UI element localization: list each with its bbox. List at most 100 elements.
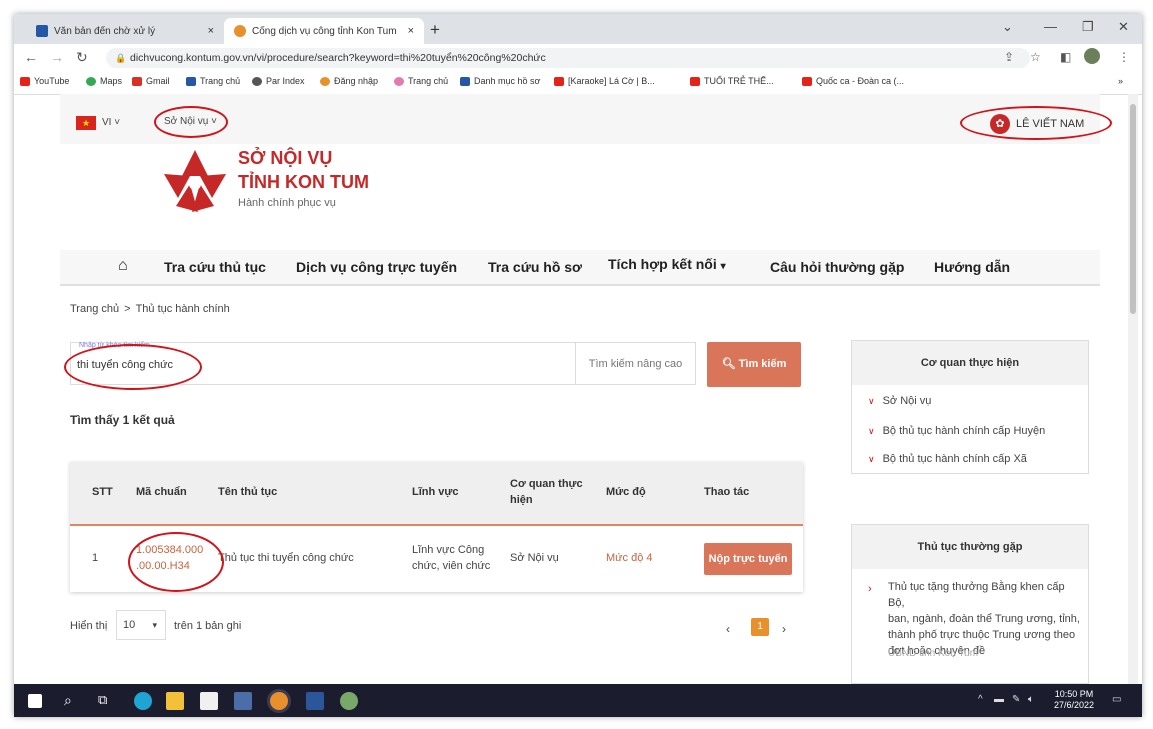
site-brand-line-2: TỈNH KON TUM (238, 172, 369, 192)
bookmark-karaoke[interactable]: [Karaoke] Lá Cờ | B... (554, 76, 655, 86)
search-icon[interactable]: ⌕ (64, 692, 82, 710)
chevron-right-icon: › (868, 583, 872, 595)
back-icon[interactable]: ← (24, 49, 38, 65)
store-icon[interactable] (200, 692, 218, 710)
page-1-button[interactable]: 1 (751, 618, 769, 636)
home-icon[interactable]: ⌂ (118, 257, 128, 275)
bookmark-quoc-ca[interactable]: Quốc ca - Đoàn ca (... (802, 76, 904, 86)
row-field-line-2: chức, viên chức (412, 560, 491, 572)
vietnam-flag-icon: ★ (76, 116, 96, 130)
bookmark-star-icon[interactable]: ☆ (1030, 50, 1041, 64)
annotation-circle (154, 106, 228, 138)
bookmark-tuoi-tre[interactable]: TUỔI TRẺ THẾ... (690, 76, 774, 86)
agency-item[interactable]: ∨ Bộ thủ tục hành chính cấp Huyện (868, 425, 1045, 437)
share-icon[interactable]: ⇪ (1004, 50, 1014, 64)
page-scrollbar[interactable] (1128, 94, 1138, 684)
network-icon[interactable]: ▬ (994, 694, 1004, 705)
nav-tich-hop-ket-noi[interactable]: Tích hợp kết nối ▾ (608, 256, 726, 272)
windows-start-icon[interactable] (28, 694, 42, 708)
browser-tab-2[interactable]: Cổng dịch vụ công tỉnh Kon Tum × (224, 18, 424, 44)
page-size-label: Hiển thị (70, 620, 108, 632)
tab-title: Văn bản đến chờ xử lý (54, 25, 156, 37)
agency-item[interactable]: ∨ Sở Nội vụ (868, 395, 931, 407)
result-count: Tìm thấy 1 kết quả (70, 413, 175, 427)
tab-favicon-icon (36, 25, 48, 37)
bookmark-danh-muc[interactable]: Danh mục hồ sơ (460, 76, 540, 86)
nav-huong-dan[interactable]: Hướng dẫn (934, 259, 1010, 275)
nav-tra-cuu-thu-tuc[interactable]: Tra cứu thủ tục (164, 259, 266, 275)
bookmark-favicon-icon (186, 76, 196, 86)
agency-item[interactable]: ∨ Bộ thủ tục hành chính cấp Xã (868, 453, 1027, 465)
paint-icon[interactable] (340, 692, 358, 710)
bookmarks-bar: YouTube Maps Gmail Trang chủ Par Index Đ… (14, 72, 1142, 95)
bookmark-par-index[interactable]: Par Index (252, 76, 305, 86)
chevron-down-icon: ▾ (152, 620, 157, 630)
page-size-select[interactable]: 10 ▾ (116, 610, 166, 640)
tab-close-icon[interactable]: × (208, 25, 214, 37)
bookmarks-more-button[interactable]: » (1118, 76, 1123, 86)
volume-icon[interactable]: 🔈︎ (1028, 694, 1034, 705)
minimize-icon[interactable]: — (1044, 19, 1057, 34)
bookmark-trang-chu[interactable]: Trang chủ (186, 76, 240, 86)
forward-icon[interactable]: → (50, 49, 64, 65)
bookmark-favicon-icon (460, 76, 470, 86)
chrome-icon[interactable] (270, 692, 288, 710)
bookmark-trang-chu-2[interactable]: Trang chủ (394, 76, 448, 86)
profile-avatar-icon[interactable] (1084, 48, 1100, 64)
bookmark-dang-nhap[interactable]: Đăng nhập (320, 76, 378, 86)
word-icon[interactable] (306, 692, 324, 710)
browser-address-bar: ← → ↻ 🔒 dichvucong.kontum.gov.vn/vi/proc… (14, 44, 1142, 72)
maximize-icon[interactable]: ❐ (1082, 19, 1094, 35)
search-icon: 🔍︎ (721, 358, 736, 370)
common-procedure-agency: UBND tỉnh Kon Tum (888, 648, 979, 659)
results-table: STT Mã chuẩn Tên thủ tục Lĩnh vực Cơ qua… (70, 462, 803, 592)
col-linh-vuc: Lĩnh vực (412, 486, 459, 498)
ministry-logo-icon (164, 150, 226, 212)
search-button[interactable]: 🔍︎ Tìm kiếm (707, 342, 801, 387)
chevron-down-icon: ∨ (868, 396, 875, 406)
scrollbar-thumb[interactable] (1130, 104, 1136, 314)
browser-menu-icon[interactable]: ⋮ (1118, 50, 1130, 64)
new-tab-button[interactable]: + (430, 20, 440, 40)
youtube-icon (802, 76, 812, 86)
tab-search-chevron-icon[interactable]: ⌄ (1002, 19, 1013, 35)
col-co-quan-1: Cơ quan thực (510, 478, 583, 490)
advanced-search-button[interactable]: Tìm kiếm nâng cao (576, 342, 696, 385)
nav-tra-cuu-ho-so[interactable]: Tra cứu hồ sơ (488, 259, 582, 275)
close-window-icon[interactable]: ✕ (1118, 19, 1129, 35)
bookmark-maps[interactable]: Maps (86, 76, 122, 86)
common-procedure-item[interactable]: Thủ tục tặng thưởng Bằng khen cấp Bộ, ba… (888, 579, 1084, 659)
submit-online-button[interactable]: Nộp trực tuyến (704, 543, 792, 575)
main-nav: ⌂ Tra cứu thủ tục Dịch vụ công trực tuyế… (60, 250, 1100, 286)
bookmark-youtube[interactable]: YouTube (20, 76, 69, 86)
gmail-icon (132, 76, 142, 86)
col-stt: STT (92, 486, 113, 498)
nav-cau-hoi[interactable]: Câu hỏi thường gặp (770, 259, 904, 275)
url-text: dichvucong.kontum.gov.vn/vi/procedure/se… (130, 52, 546, 64)
app-icon[interactable] (234, 692, 252, 710)
youtube-icon (690, 76, 700, 86)
row-stt: 1 (92, 552, 99, 564)
annotation-circle (64, 344, 202, 390)
bookmark-gmail[interactable]: Gmail (132, 76, 170, 86)
prev-page-button[interactable]: ‹ (726, 622, 730, 636)
nav-dich-vu-cong[interactable]: Dịch vụ công trực tuyến (296, 259, 457, 275)
notifications-icon[interactable]: ▭ (1112, 694, 1121, 705)
reload-icon[interactable]: ↻ (76, 49, 88, 66)
language-selector[interactable]: VI ˅ (102, 117, 120, 128)
browser-tab-1[interactable]: Văn bản đến chờ xử lý × (26, 18, 224, 44)
taskbar-clock[interactable]: 10:50 PM 27/6/2022 (1054, 689, 1094, 711)
row-procedure-name[interactable]: Thủ tục thi tuyển công chức (218, 552, 354, 564)
pen-icon[interactable]: ✎ (1012, 694, 1020, 705)
task-view-icon[interactable]: ⧉ (98, 692, 116, 710)
edge-icon[interactable] (134, 692, 152, 710)
url-field[interactable]: 🔒 dichvucong.kontum.gov.vn/vi/procedure/… (106, 48, 1030, 68)
tray-chevron-icon[interactable]: ^ (978, 694, 983, 705)
file-explorer-icon[interactable] (166, 692, 184, 710)
breadcrumb-home[interactable]: Trang chủ (70, 303, 119, 315)
side-panel-icon[interactable]: ◧ (1060, 50, 1071, 64)
tab-close-icon[interactable]: × (408, 25, 414, 37)
annotation-circle (128, 532, 224, 592)
next-page-button[interactable]: › (782, 622, 786, 636)
site-brand-line-1: SỞ NỘI VỤ (238, 148, 333, 168)
